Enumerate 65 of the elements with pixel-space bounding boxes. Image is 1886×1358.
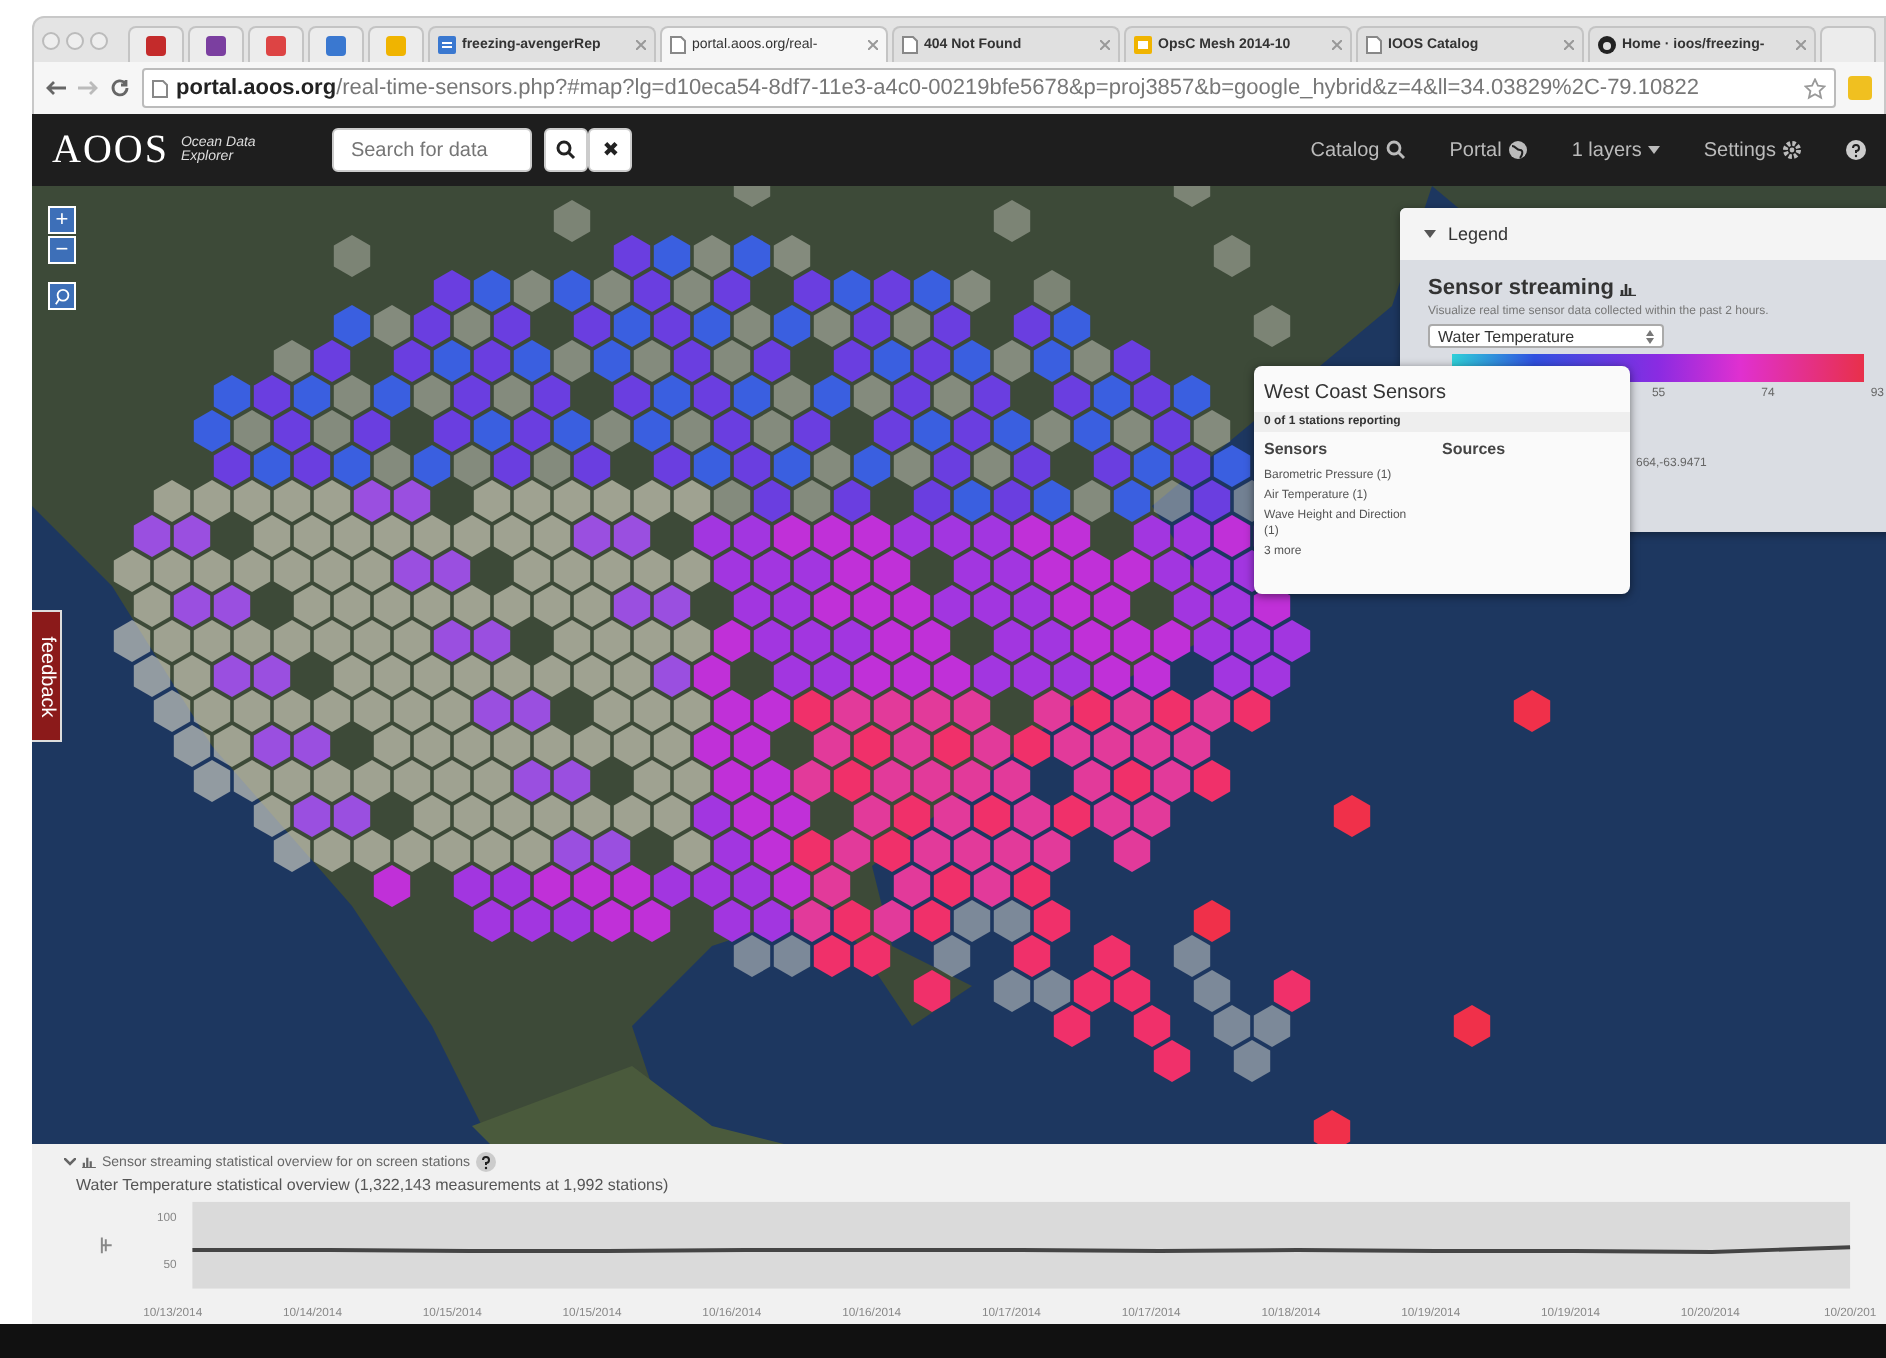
window-zoom-light[interactable]	[90, 31, 108, 49]
variable-select[interactable]: Water Temperature	[1428, 324, 1664, 348]
new-tab-button[interactable]	[1820, 26, 1876, 62]
search-icon	[1385, 140, 1406, 160]
star-icon[interactable]	[1804, 77, 1826, 99]
legend-title: Legend	[1448, 224, 1509, 244]
nav-link[interactable]	[1846, 140, 1866, 160]
globe-icon	[1507, 140, 1528, 160]
layer-title: Sensor streaming	[1428, 276, 1614, 300]
pinned-tab[interactable]	[188, 26, 244, 62]
bar-chart-icon	[1619, 281, 1636, 295]
reload-icon[interactable]	[110, 78, 130, 98]
help-icon	[1846, 140, 1866, 160]
column-heading: Sensors	[1264, 440, 1330, 458]
back-icon[interactable]	[46, 80, 66, 96]
zoom-out-button[interactable]: −	[48, 236, 76, 264]
nav-link[interactable]: 1 layers	[1571, 139, 1660, 161]
pinned-tab[interactable]	[308, 26, 364, 62]
close-icon[interactable]	[1100, 40, 1110, 50]
app-icon	[206, 35, 226, 55]
window-close-light[interactable]	[42, 31, 60, 49]
page-icon	[152, 79, 168, 97]
url-text: portal.aoos.org/real-time-sensors.php?#map?lg=d10eca54-8df7-11e3-a4c0-00219bfe5678&p=proj3857&b=google_hybrid&z=4&ll=34.03829%2C-79.10822	[176, 76, 1699, 100]
legend-toggle-icon[interactable]	[100, 1236, 113, 1255]
page-icon	[1366, 36, 1382, 54]
search-button[interactable]	[544, 128, 589, 172]
zoom-in-button[interactable]: +	[48, 206, 76, 234]
nav-link[interactable]: Portal	[1449, 139, 1528, 161]
panel-subtitle: Water Temperature statistical overview (1,322,143 measurements at 1,992 stations)	[74, 1176, 671, 1194]
chevron-icon[interactable]	[64, 1158, 76, 1166]
caret-icon[interactable]	[1424, 230, 1436, 238]
pinned-tab[interactable]	[248, 26, 304, 62]
search-icon	[556, 140, 577, 160]
close-icon[interactable]	[1564, 40, 1574, 50]
close-icon[interactable]	[1332, 40, 1342, 50]
column-heading: Sources	[1442, 440, 1508, 458]
popup-title: West Coast Sensors	[1262, 380, 1448, 408]
page-icon	[902, 36, 918, 54]
updown-icon	[1646, 329, 1654, 343]
document-icon	[438, 36, 456, 54]
app-icon	[146, 35, 166, 55]
close-icon[interactable]	[868, 40, 878, 50]
help-icon	[476, 1152, 497, 1172]
search-icon	[53, 287, 71, 305]
nav-link[interactable]: Catalog	[1310, 139, 1406, 161]
window-minimize-light[interactable]	[66, 31, 84, 49]
app-icon	[266, 35, 286, 55]
clear-button[interactable]: ✖	[588, 128, 633, 172]
pinned-tab[interactable]	[128, 26, 184, 62]
logo[interactable]: AOOS	[52, 127, 169, 173]
caret-icon	[1647, 146, 1660, 154]
address-bar[interactable]: portal.aoos.org/real-time-sensors.php?#map?lg=d10eca54-8df7-11e3-a4c0-00219bfe5678&p=proj3857&b=google_hybrid&z=4&ll=34.03829%2C-79.10822	[142, 68, 1836, 108]
close-icon[interactable]	[636, 40, 646, 50]
app-icon	[386, 35, 406, 55]
slides-icon	[1134, 36, 1152, 54]
feedback-tab[interactable]: feedback	[32, 610, 62, 742]
close-icon[interactable]	[1796, 40, 1806, 50]
bar-chart-icon	[82, 1156, 96, 1168]
zoom-search-button[interactable]	[48, 282, 76, 310]
settings-icon	[1782, 140, 1802, 160]
app-icon	[326, 35, 346, 55]
search-field[interactable]: Search for data	[332, 128, 533, 172]
forward-icon[interactable]	[78, 80, 98, 96]
page-icon	[670, 36, 686, 54]
nav-link[interactable]: Settings	[1703, 139, 1802, 161]
